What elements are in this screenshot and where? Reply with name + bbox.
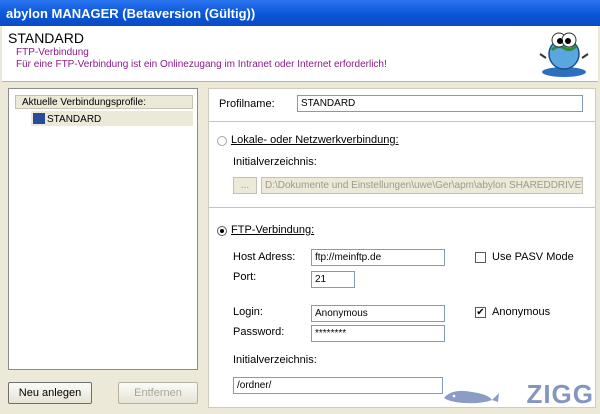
ftp-connection-radio[interactable] bbox=[217, 226, 227, 236]
port-label: Port: bbox=[233, 271, 257, 283]
host-address-label: Host Adress: bbox=[233, 251, 296, 263]
profile-list-panel: Aktuelle Verbindungsprofile: STANDARD bbox=[8, 88, 198, 370]
section-divider bbox=[209, 121, 595, 122]
profile-item-label: STANDARD bbox=[47, 114, 102, 125]
browse-button[interactable]: ... bbox=[233, 177, 257, 194]
page-subtitle: FTP-Verbindung bbox=[16, 47, 89, 58]
local-connection-radio[interactable] bbox=[217, 136, 227, 146]
remove-profile-button[interactable]: Entfernen bbox=[118, 382, 198, 404]
ftp-dir-label: Initialverzeichnis: bbox=[233, 354, 317, 366]
local-dir-field[interactable]: D:\Dokumente und Einstellungen\uwe\Ger\a… bbox=[261, 177, 583, 194]
window-title: abylon MANAGER (Betaversion (Gültig)) bbox=[6, 6, 256, 21]
profile-name-label: Profilname: bbox=[219, 98, 275, 110]
login-label: Login: bbox=[233, 306, 263, 318]
profile-name-field[interactable]: STANDARD bbox=[297, 95, 583, 112]
settings-panel: Profilname: STANDARD Lokale- oder Netzwe… bbox=[208, 88, 596, 408]
port-field[interactable]: 21 bbox=[311, 271, 355, 288]
local-connection-option[interactable]: Lokale- oder Netzwerkverbindung: bbox=[231, 134, 399, 146]
whale-watermark-icon bbox=[444, 390, 499, 404]
profile-item-standard[interactable]: STANDARD bbox=[31, 111, 193, 126]
ftp-connection-option[interactable]: FTP-Verbindung: bbox=[231, 224, 314, 236]
window-titlebar: abylon MANAGER (Betaversion (Gültig)) bbox=[0, 0, 600, 26]
globe-mascot-icon bbox=[539, 32, 589, 77]
watermark-logo: ZIGG bbox=[526, 379, 594, 409]
new-profile-label: Neu anlegen bbox=[18, 387, 82, 399]
pasv-mode-checkbox[interactable] bbox=[475, 252, 486, 263]
page-title: STANDARD bbox=[8, 30, 84, 46]
host-address-field[interactable]: ftp://meinftp.de bbox=[311, 249, 445, 266]
login-field[interactable]: Anonymous bbox=[311, 305, 445, 322]
remove-profile-label: Entfernen bbox=[134, 387, 182, 399]
profile-icon bbox=[33, 113, 45, 124]
page-description: Für eine FTP-Verbindung ist ein Onlinezu… bbox=[16, 59, 387, 70]
pasv-mode-label: Use PASV Mode bbox=[492, 251, 574, 263]
ftp-dir-field[interactable]: /ordner/ bbox=[233, 377, 443, 394]
section-divider bbox=[209, 207, 595, 208]
password-field[interactable]: ******** bbox=[311, 325, 445, 342]
header-panel: STANDARD FTP-Verbindung Für eine FTP-Ver… bbox=[2, 26, 598, 82]
anonymous-checkbox[interactable]: ✔ bbox=[475, 307, 486, 318]
anonymous-label: Anonymous bbox=[492, 306, 551, 318]
local-dir-label: Initialverzeichnis: bbox=[233, 156, 317, 168]
new-profile-button[interactable]: Neu anlegen bbox=[8, 382, 92, 404]
password-label: Password: bbox=[233, 326, 285, 338]
profile-list-header: Aktuelle Verbindungsprofile: bbox=[15, 95, 193, 109]
